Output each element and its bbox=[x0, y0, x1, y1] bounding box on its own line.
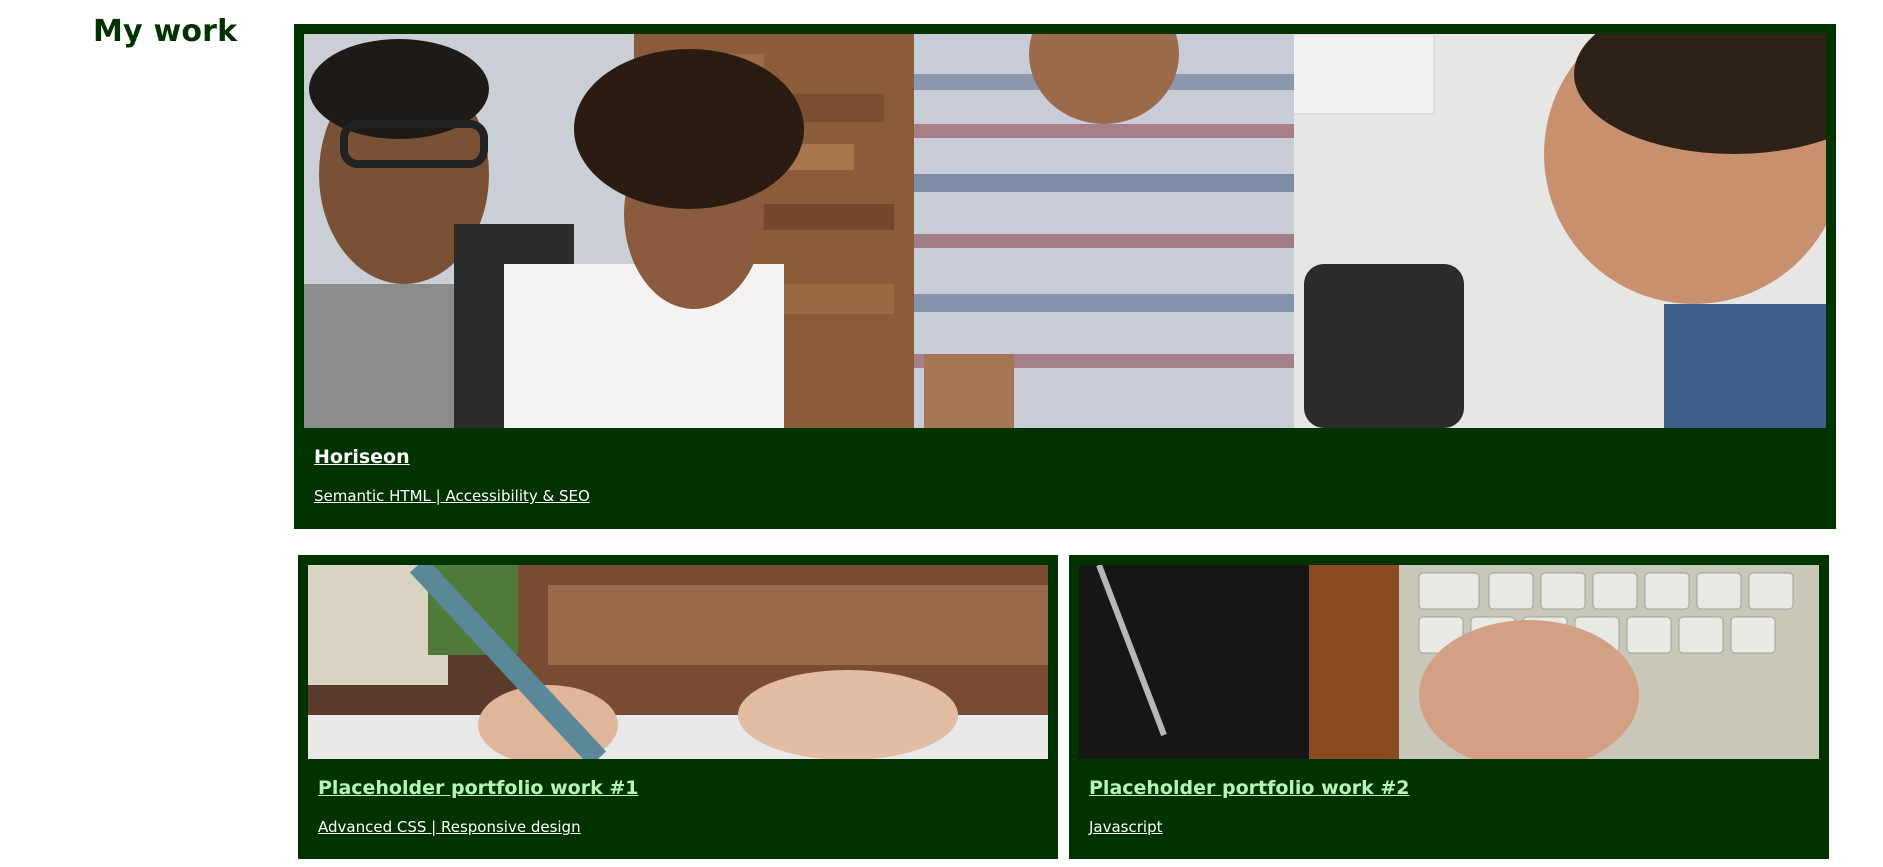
featured-work-card[interactable]: Horiseon Semantic HTML | Accessibility &… bbox=[294, 24, 1836, 529]
portfolio-work-2-title[interactable]: Placeholder portfolio work #2 bbox=[1089, 777, 1409, 799]
featured-work-tags[interactable]: Semantic HTML | Accessibility & SEO bbox=[314, 487, 590, 505]
portfolio-work-1-tags[interactable]: Advanced CSS | Responsive design bbox=[318, 818, 581, 836]
writing-with-pen-photo bbox=[308, 565, 1048, 759]
portfolio-work-2-tags[interactable]: Javascript bbox=[1089, 818, 1162, 836]
typing-on-keyboard-photo bbox=[1079, 565, 1819, 759]
portfolio-page: My work Horiseon Semantic HTML | Accessi… bbox=[0, 0, 1883, 867]
team-meeting-photo bbox=[304, 34, 1826, 428]
portfolio-work-card-2[interactable]: Placeholder portfolio work #2 Javascript bbox=[1069, 555, 1829, 859]
portfolio-work-card-1[interactable]: Placeholder portfolio work #1 Advanced C… bbox=[298, 555, 1058, 859]
section-title: My work bbox=[93, 14, 238, 49]
featured-work-title[interactable]: Horiseon bbox=[314, 446, 410, 468]
portfolio-work-1-title[interactable]: Placeholder portfolio work #1 bbox=[318, 777, 638, 799]
